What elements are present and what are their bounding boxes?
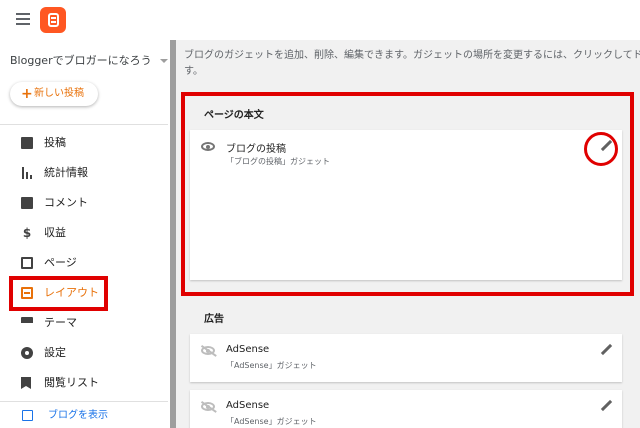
sidebar-item-posts[interactable]: 投稿	[0, 128, 168, 158]
gadget-subtitle: 「AdSense」ガジェット	[226, 417, 317, 426]
view-blog-label: ブログを表示	[48, 410, 108, 421]
blog-selector[interactable]: Bloggerでブロガーになろう	[10, 52, 168, 68]
edit-icon[interactable]	[600, 399, 613, 412]
visibility-off-icon[interactable]	[201, 346, 215, 355]
dollar-icon: $	[22, 226, 32, 240]
sidebar-item-earnings[interactable]: $ 収益	[0, 218, 168, 248]
blogger-logo-icon[interactable]	[40, 7, 66, 33]
gadget-subtitle: 「AdSense」ガジェット	[226, 361, 317, 370]
stats-icon	[21, 167, 33, 179]
chevron-down-icon	[159, 59, 168, 63]
instructions-line-1: ブログのガジェットを追加、削除、編集できます。ガジェットの場所を変更するには、ク…	[184, 50, 640, 61]
sidebar-item-label: 投稿	[44, 136, 66, 149]
section-title-ads: 広告	[204, 314, 224, 325]
pages-icon	[21, 257, 33, 269]
external-link-icon	[22, 410, 33, 421]
sidebar-item-label: ページ	[44, 256, 77, 269]
sidebar-item-label: テーマ	[44, 316, 77, 329]
sidebar-item-stats[interactable]: 統計情報	[0, 158, 168, 188]
sidebar-nav: 投稿 統計情報 コメント $ 収益 ページ レイアウト テーマ 設定 閲覧リスト	[0, 128, 168, 398]
sidebar-item-label: 設定	[44, 346, 66, 359]
gadget-adsense-1[interactable]: AdSense 「AdSense」ガジェット	[190, 334, 622, 382]
layout-canvas: ブログのガジェットを追加、削除、編集できます。ガジェットの場所を変更するには、ク…	[176, 40, 640, 428]
sidebar-divider	[0, 124, 168, 125]
gadget-adsense-2[interactable]: AdSense 「AdSense」ガジェット	[190, 390, 622, 428]
gear-icon	[21, 347, 33, 359]
bookmark-icon	[21, 377, 31, 389]
highlight-box-main-section	[181, 92, 634, 296]
highlight-circle-edit	[584, 132, 618, 166]
posts-icon	[21, 137, 33, 149]
highlight-box-layout	[9, 276, 108, 311]
sidebar-item-pages[interactable]: ページ	[0, 248, 168, 278]
sidebar-item-label: 収益	[44, 226, 66, 239]
gadget-title: AdSense	[226, 344, 270, 355]
sidebar-item-label: コメント	[44, 196, 88, 209]
comment-icon	[21, 197, 33, 209]
sidebar-item-settings[interactable]: 設定	[0, 338, 168, 368]
theme-icon	[21, 317, 33, 323]
sidebar-item-label: 統計情報	[44, 166, 88, 179]
blog-name: Bloggerでブロガーになろう	[10, 54, 152, 67]
menu-icon[interactable]	[16, 13, 30, 25]
plus-icon: +	[21, 86, 33, 102]
new-post-button[interactable]: + 新しい投稿	[10, 82, 98, 106]
layout-instructions: ブログのガジェットを追加、削除、編集できます。ガジェットの場所を変更するには、ク…	[184, 48, 640, 80]
top-bar	[0, 0, 170, 40]
sidebar-item-label: 閲覧リスト	[44, 376, 99, 389]
sidebar-item-reading-list[interactable]: 閲覧リスト	[0, 368, 168, 398]
sidebar-item-theme[interactable]: テーマ	[0, 308, 168, 338]
sidebar-item-comments[interactable]: コメント	[0, 188, 168, 218]
new-post-label: 新しい投稿	[34, 88, 84, 99]
gadget-title: AdSense	[226, 400, 270, 411]
instructions-line-2: す。	[184, 66, 203, 77]
visibility-off-icon[interactable]	[201, 402, 215, 411]
sidebar: Bloggerでブロガーになろう + 新しい投稿 投稿 統計情報 コメント $ …	[0, 40, 168, 428]
view-blog-link[interactable]: ブログを表示	[0, 401, 168, 428]
edit-icon[interactable]	[600, 343, 613, 356]
